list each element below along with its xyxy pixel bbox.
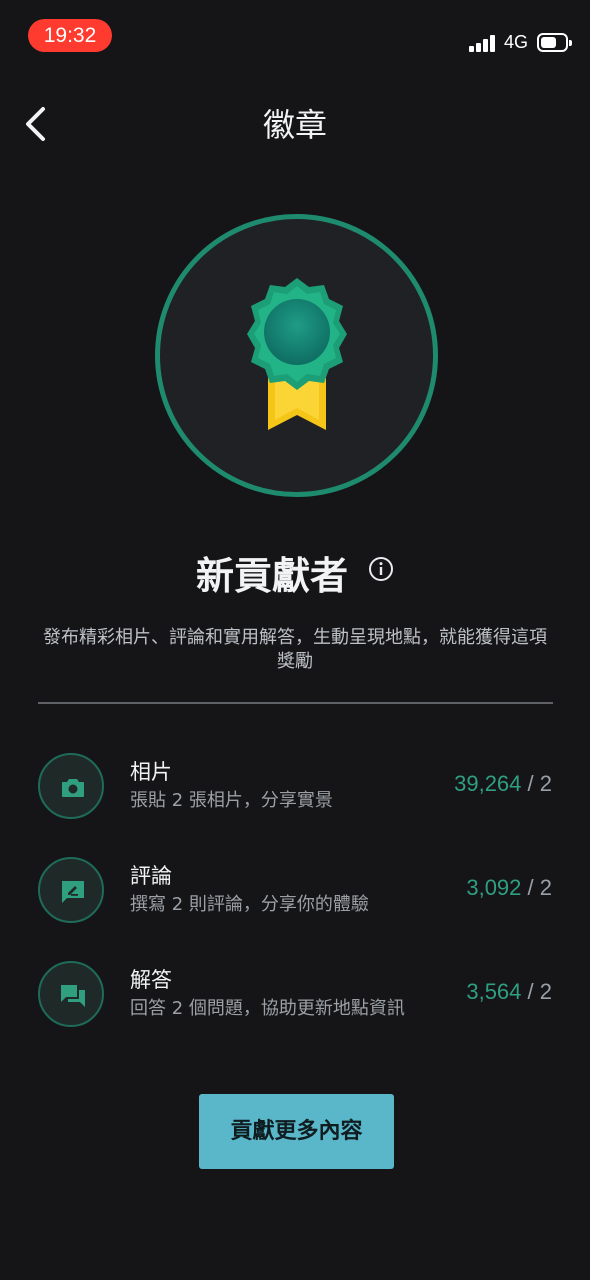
- task-progress-goal: / 2: [527, 875, 552, 900]
- task-icon: [38, 753, 104, 819]
- task-icon: [38, 961, 104, 1027]
- review-icon: [62, 881, 84, 903]
- task-progress-goal: / 2: [527, 771, 552, 796]
- task-progress-current: 3,092: [466, 875, 522, 900]
- info-icon[interactable]: [368, 556, 394, 582]
- badge-name: 新貢獻者: [196, 554, 349, 598]
- answer-icon: [61, 985, 85, 1007]
- task-subtitle: 張貼 2 張相片，分享實景: [130, 790, 333, 811]
- task-subtitle: 回答 2 個問題，協助更新地點資訊: [130, 998, 405, 1019]
- status-bar: 19:32 4G: [0, 0, 590, 70]
- task-progress: 39,264 / 2: [454, 771, 552, 797]
- medal-icon: [247, 278, 347, 430]
- badge-name-row: 新貢獻者: [0, 540, 590, 600]
- status-time: 19:32: [28, 19, 112, 52]
- divider: [38, 702, 553, 704]
- task-title: 評論: [130, 864, 172, 888]
- task-progress: 3,564 / 2: [466, 979, 552, 1005]
- battery-icon: [537, 33, 572, 52]
- task-answers[interactable]: 解答 回答 2 個問題，協助更新地點資訊 3,564 / 2: [0, 961, 590, 1031]
- task-reviews[interactable]: 評論 撰寫 2 則評論，分享你的體驗 3,092 / 2: [0, 857, 590, 927]
- network-label: 4G: [504, 32, 529, 52]
- task-icon: [38, 857, 104, 923]
- task-progress-current: 39,264: [454, 771, 522, 796]
- task-progress: 3,092 / 2: [466, 875, 552, 901]
- task-progress-current: 3,564: [466, 979, 522, 1004]
- task-title: 相片: [130, 760, 172, 784]
- contribute-more-button[interactable]: 貢獻更多內容: [199, 1094, 394, 1169]
- page-title: 徽章: [262, 106, 327, 144]
- camera-icon: [62, 779, 84, 797]
- task-photos[interactable]: 相片 張貼 2 張相片，分享實景 39,264 / 2: [0, 753, 590, 823]
- task-subtitle: 撰寫 2 則評論，分享你的體驗: [130, 894, 369, 915]
- badge-description: 發布精彩相片、評論和實用解答，生動呈現地點，就能獲得這項獎勵: [43, 627, 547, 672]
- signal-icon: [469, 34, 495, 52]
- task-title: 解答: [130, 968, 172, 992]
- task-progress-goal: / 2: [527, 979, 552, 1004]
